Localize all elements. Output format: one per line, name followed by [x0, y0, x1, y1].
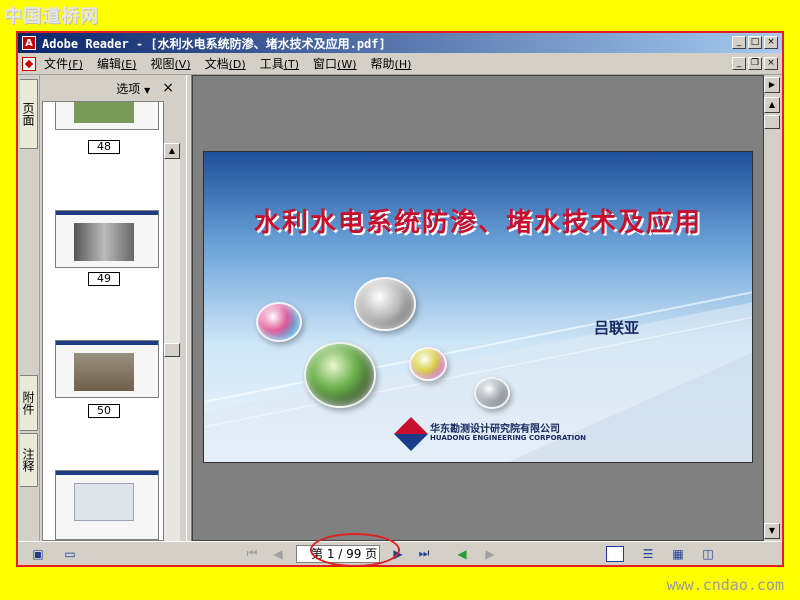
panel-tabs: 页面 附件 注释	[18, 75, 40, 541]
bubble-image	[304, 342, 376, 408]
adobe-reader-icon: A	[22, 36, 36, 50]
slide-author: 吕联亚	[594, 319, 640, 337]
page-size-icon[interactable]: ▭	[60, 545, 80, 563]
thumbnail-page-number: 50	[88, 404, 120, 418]
doc-close-button[interactable]: ×	[764, 57, 778, 70]
scroll-down-button[interactable]: ▼	[764, 523, 780, 539]
thumbnail-page-number: 48	[88, 140, 120, 154]
doc-minimize-button[interactable]: _	[732, 57, 746, 70]
first-page-icon[interactable]: ⏮	[242, 545, 262, 563]
go-forward-icon[interactable]: ▶	[480, 545, 500, 563]
tab-comments[interactable]: 注释	[20, 433, 38, 487]
page-thumbnail[interactable]	[55, 470, 159, 540]
tab-attachments[interactable]: 附件	[20, 375, 38, 431]
thumbnail-list: 48 49 50	[42, 101, 164, 541]
scroll-thumb[interactable]	[764, 115, 780, 129]
document-scrollbar[interactable]: ▶ ▲ ▼	[764, 75, 782, 541]
close-panel-button[interactable]: ×	[162, 80, 174, 96]
panel-header: 选项 ▼ ×	[42, 75, 184, 101]
single-page-view-icon[interactable]	[606, 545, 624, 562]
facing-view-icon[interactable]: ▦	[668, 545, 688, 563]
chevron-down-icon: ▼	[144, 85, 151, 95]
menu-file[interactable]: 文件(F)	[44, 55, 83, 72]
previous-page-icon[interactable]: ◀	[268, 545, 288, 563]
bubble-image	[256, 302, 302, 342]
scroll-up-button[interactable]: ▲	[764, 97, 780, 113]
slide-title: 水利水电系统防渗、堵水技术及应用	[253, 208, 702, 238]
options-menu[interactable]: 选项 ▼	[116, 80, 150, 97]
last-page-icon[interactable]: ⏭	[414, 545, 434, 563]
go-back-icon[interactable]: ◀	[452, 545, 472, 563]
page-number-highlight	[310, 533, 400, 565]
title-bar: A Adobe Reader - [水利水电系统防渗、堵水技术及应用.pdf] …	[18, 33, 782, 53]
menu-window[interactable]: 窗口(W)	[313, 55, 356, 72]
bubble-image	[354, 277, 416, 331]
company-name-cn: 华东勘测设计研究院有限公司	[430, 424, 560, 435]
company-name-en: HUADONG ENGINEERING CORPORATION	[430, 434, 587, 442]
scroll-thumb[interactable]	[164, 343, 180, 357]
app-window: A Adobe Reader - [水利水电系统防渗、堵水技术及应用.pdf] …	[16, 31, 784, 567]
bubble-image	[474, 377, 510, 409]
next-page-arrow[interactable]: ▶	[764, 77, 780, 93]
thumbnail-image	[74, 353, 134, 391]
scroll-up-button[interactable]: ▲	[164, 143, 180, 159]
page-thumbnail[interactable]	[55, 102, 159, 130]
page-thumbnail[interactable]	[55, 210, 159, 268]
close-window-button[interactable]: ×	[764, 36, 778, 49]
menu-document[interactable]: 文档(D)	[205, 55, 246, 72]
bubble-image	[409, 347, 447, 381]
menu-tools[interactable]: 工具(T)	[260, 55, 299, 72]
continuous-view-icon[interactable]: ☰	[638, 545, 658, 563]
thumbnail-image	[74, 223, 134, 261]
watermark-top: 中国道桥网	[4, 6, 99, 27]
menu-view[interactable]: 视图(V)	[151, 55, 191, 72]
minimize-button[interactable]: _	[732, 36, 746, 49]
continuous-facing-view-icon[interactable]: ◫	[698, 545, 718, 563]
page-layout-icon[interactable]: ▣	[28, 545, 48, 563]
watermark-bottom: www.cndao.com	[666, 576, 784, 594]
menu-bar: 文件(F) 编辑(E) 视图(V) 文档(D) 工具(T) 窗口(W) 帮助(H…	[18, 53, 782, 75]
status-bar: ▣ ▭ ⏮ ◀ 第 1 / 99 页 ▶ ⏭ ◀ ▶ ☰ ▦ ◫	[18, 541, 782, 565]
maximize-button[interactable]: □	[748, 36, 762, 49]
thumbnail-image	[74, 102, 134, 123]
doc-restore-button[interactable]: ❐	[748, 57, 762, 70]
navigation-panel: 页面 附件 注释 选项 ▼ × 48 49 50 ▲	[18, 75, 186, 557]
thumbnail-image	[74, 483, 134, 521]
document-icon[interactable]	[22, 56, 36, 71]
thumbnail-page-number: 49	[88, 272, 120, 286]
menu-help[interactable]: 帮助(H)	[371, 55, 412, 72]
page-thumbnail[interactable]	[55, 340, 159, 398]
pdf-page: 水利水电系统防渗、堵水技术及应用 吕联亚 华东勘测设计研究院有限公司 HUADO…	[203, 151, 753, 463]
document-pane: 水利水电系统防渗、堵水技术及应用 吕联亚 华东勘测设计研究院有限公司 HUADO…	[192, 75, 764, 541]
window-title: Adobe Reader - [水利水电系统防渗、堵水技术及应用.pdf]	[42, 36, 386, 51]
thumbnail-scrollbar[interactable]: ▲ ▼	[164, 143, 180, 557]
tab-pages[interactable]: 页面	[20, 79, 38, 149]
menu-edit[interactable]: 编辑(E)	[97, 55, 137, 72]
